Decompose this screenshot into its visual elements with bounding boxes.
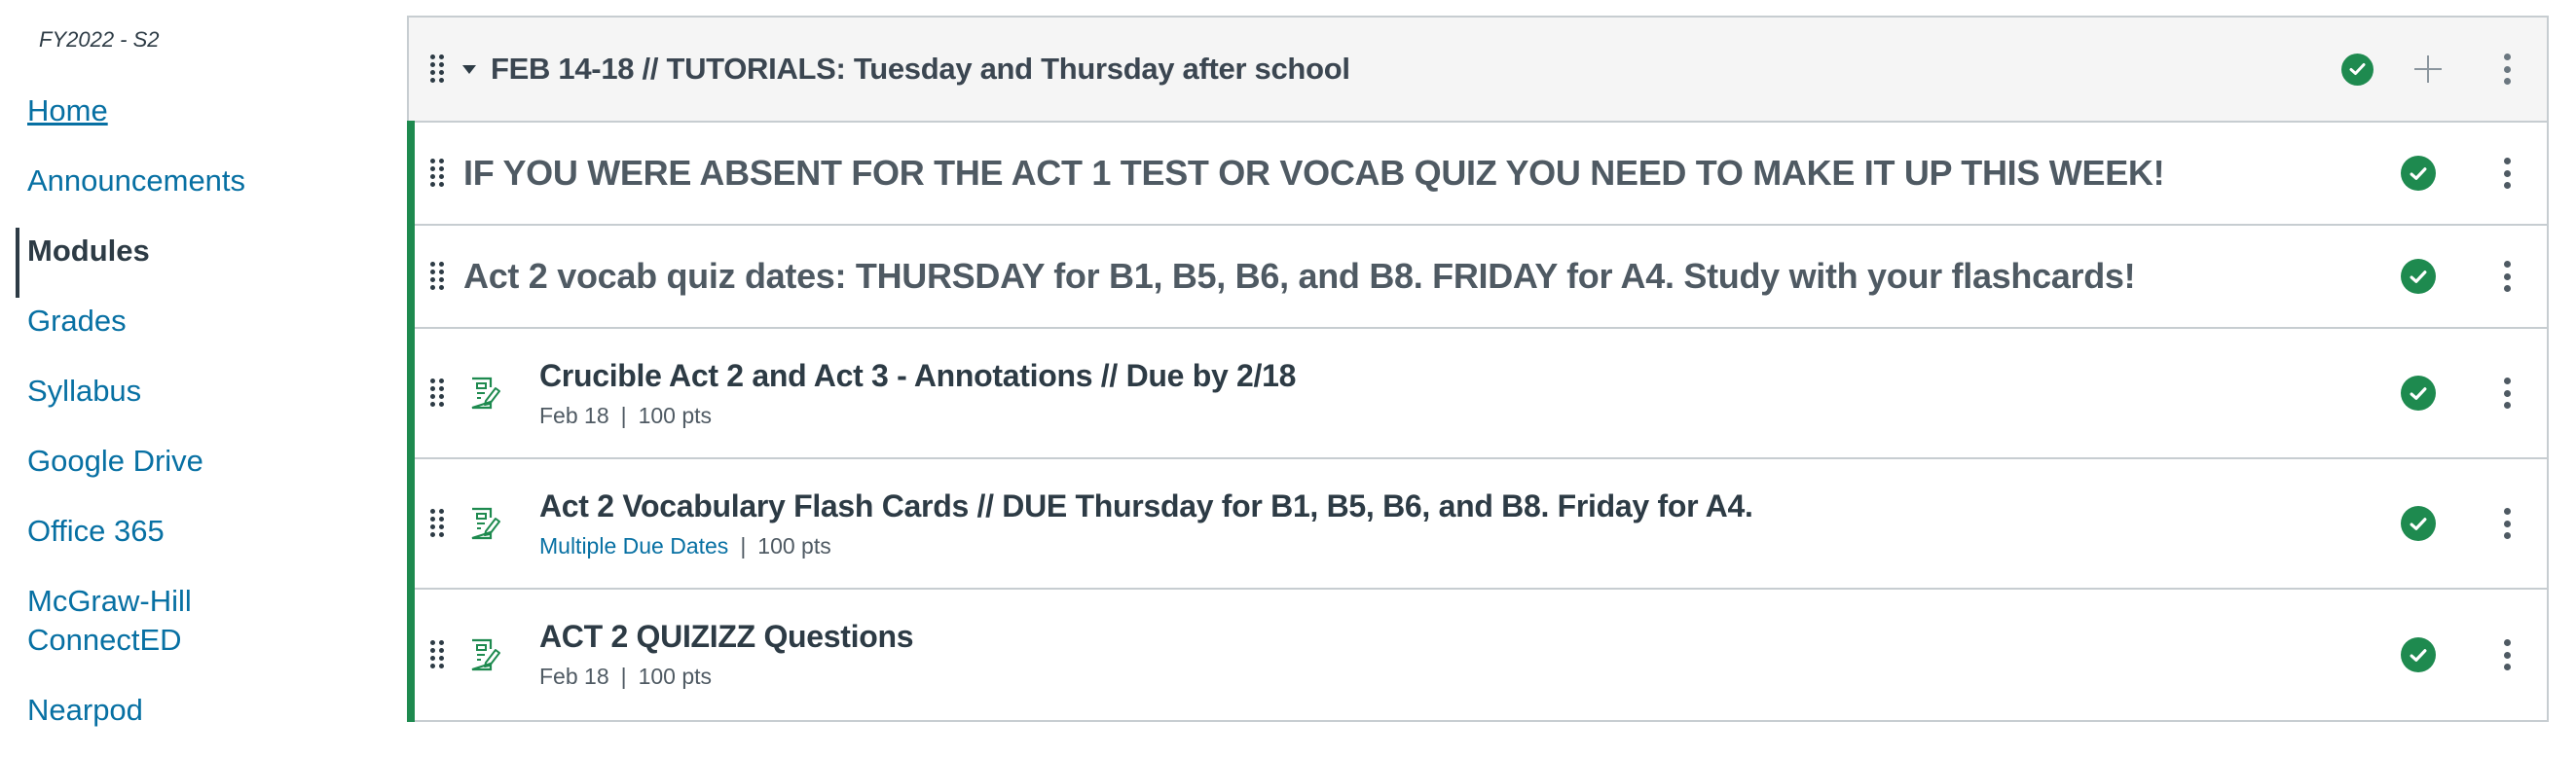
nav-item-announcements[interactable]: Announcements	[0, 162, 245, 200]
nav-item-grades[interactable]: Grades	[0, 302, 127, 341]
due-date: Feb 18	[539, 403, 609, 428]
add-item-plus-icon[interactable]	[2414, 55, 2442, 83]
meta-separator: |	[620, 664, 627, 689]
course-nav-list: Home Announcements Modules Grades Syllab…	[0, 91, 399, 757]
assignment-icon	[471, 507, 500, 540]
drag-handle-icon[interactable]	[430, 378, 444, 408]
nav-item-modules[interactable]: Modules	[0, 228, 150, 298]
due-date: Feb 18	[539, 664, 609, 689]
item-options-kebab-icon[interactable]	[2502, 639, 2512, 670]
drag-handle-icon[interactable]	[430, 54, 444, 84]
points: 100 pts	[638, 403, 713, 428]
assignment-title-link[interactable]: ACT 2 QUIZIZZ Questions	[539, 617, 914, 656]
published-check-icon[interactable]	[2401, 259, 2436, 294]
assignment-title-link[interactable]: Crucible Act 2 and Act 3 - Annotations /…	[539, 356, 1296, 395]
item-options-kebab-icon[interactable]	[2502, 261, 2512, 292]
drag-handle-icon[interactable]	[430, 159, 444, 188]
item-options-kebab-icon[interactable]	[2502, 508, 2512, 539]
nav-item-mcgraw-hill[interactable]: McGraw-Hill ConnectED	[0, 582, 214, 660]
module-item-assignment: Act 2 Vocabulary Flash Cards // DUE Thur…	[407, 457, 2547, 590]
subheader-text: Act 2 vocab quiz dates: THURSDAY for B1,…	[463, 256, 2136, 296]
nav-item-nearpod[interactable]: Nearpod	[0, 691, 143, 730]
module-container: FEB 14-18 // TUTORIALS: Tuesday and Thur…	[407, 16, 2549, 722]
caret-down-icon[interactable]	[462, 64, 476, 74]
meta-separator: |	[740, 533, 747, 559]
drag-handle-icon[interactable]	[430, 640, 444, 669]
module-item-subheader: Act 2 vocab quiz dates: THURSDAY for B1,…	[407, 224, 2547, 329]
points: 100 pts	[757, 533, 831, 559]
module-item-subheader: IF YOU WERE ABSENT FOR THE ACT 1 TEST OR…	[407, 121, 2547, 226]
drag-handle-icon[interactable]	[430, 262, 444, 291]
nav-item-google-drive[interactable]: Google Drive	[0, 442, 203, 481]
term-label: FY2022 - S2	[39, 27, 160, 52]
assignment-meta: Feb 18 | 100 pts	[539, 401, 1296, 430]
meta-separator: |	[620, 403, 627, 428]
published-check-icon[interactable]	[2341, 53, 2374, 86]
module-options-kebab-icon[interactable]	[2502, 54, 2512, 85]
assignment-meta: Multiple Due Dates | 100 pts	[539, 531, 1753, 560]
assignment-icon	[471, 638, 500, 671]
published-check-icon[interactable]	[2401, 637, 2436, 672]
module-item-assignment: ACT 2 QUIZIZZ Questions Feb 18 | 100 pts	[407, 588, 2547, 722]
published-check-icon[interactable]	[2401, 506, 2436, 541]
module-title: FEB 14-18 // TUTORIALS: Tuesday and Thur…	[491, 52, 1350, 86]
item-options-kebab-icon[interactable]	[2502, 378, 2512, 409]
assignment-meta: Feb 18 | 100 pts	[539, 662, 913, 691]
assignment-title-link[interactable]: Act 2 Vocabulary Flash Cards // DUE Thur…	[539, 487, 1753, 525]
points: 100 pts	[638, 664, 713, 689]
published-check-icon[interactable]	[2401, 156, 2436, 191]
module-header[interactable]: FEB 14-18 // TUTORIALS: Tuesday and Thur…	[409, 18, 2547, 123]
subheader-text: IF YOU WERE ABSENT FOR THE ACT 1 TEST OR…	[463, 153, 2165, 193]
nav-item-home[interactable]: Home	[0, 91, 108, 130]
multiple-due-dates-link[interactable]: Multiple Due Dates	[539, 533, 728, 559]
course-navigation: FY2022 - S2 Home Announcements Modules G…	[0, 0, 399, 757]
assignment-icon	[471, 377, 500, 410]
item-options-kebab-icon[interactable]	[2502, 158, 2512, 189]
published-check-icon[interactable]	[2401, 376, 2436, 411]
nav-item-syllabus[interactable]: Syllabus	[0, 372, 141, 411]
module-item-assignment: Crucible Act 2 and Act 3 - Annotations /…	[407, 327, 2547, 459]
drag-handle-icon[interactable]	[430, 509, 444, 538]
nav-item-office-365[interactable]: Office 365	[0, 512, 165, 551]
